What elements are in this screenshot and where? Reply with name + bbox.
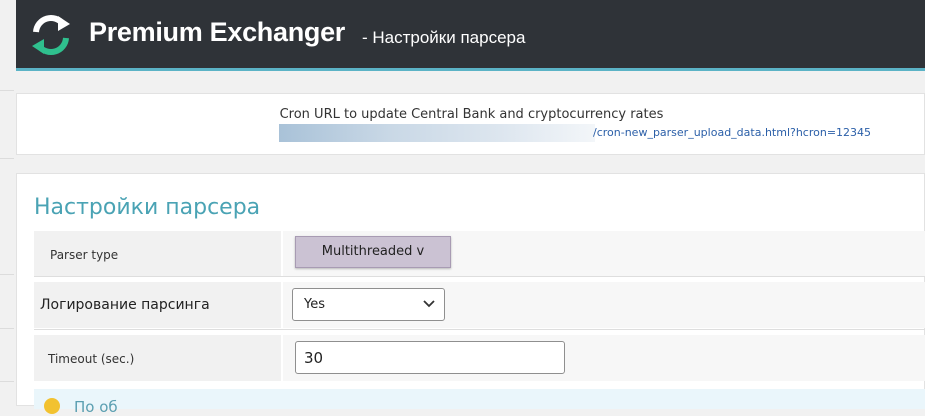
lightbulb-icon <box>44 398 60 414</box>
notice-text: По об <box>74 398 118 416</box>
cron-url-link[interactable]: /cron-new_parser_upload_data.html?hcron=… <box>593 126 871 139</box>
sidebar-divider <box>0 381 14 382</box>
info-notice: По об <box>34 389 925 416</box>
parser-settings-panel: Настройки парсера Parser type Multithrea… <box>16 173 925 416</box>
brand-name: Premium Exchanger <box>89 17 346 47</box>
sidebar-divider <box>0 328 14 329</box>
refresh-arrows-icon <box>32 15 70 55</box>
app-header: Premium Exchanger - Настройки парсера <box>16 0 925 71</box>
timeout-label: Timeout (sec.) <box>48 352 135 366</box>
label-cell: Логирование парсинга <box>34 282 281 328</box>
sidebar-divider <box>0 90 14 91</box>
cron-info-box: Cron URL to update Central Bank and cryp… <box>16 93 925 155</box>
timeout-input[interactable] <box>295 341 565 374</box>
logging-select[interactable]: Yes <box>292 288 445 321</box>
left-sidebar-edge <box>0 0 16 406</box>
row-divider <box>34 329 925 330</box>
logging-label: Логирование парсинга <box>40 297 210 313</box>
parser-type-label: Parser type <box>50 248 119 262</box>
label-cell: Timeout (sec.) <box>34 335 281 381</box>
chevron-down-icon <box>423 300 435 308</box>
setting-row-logging: Логирование парсинга Yes <box>34 282 925 328</box>
setting-row-timeout: Timeout (sec.) <box>34 335 925 381</box>
parser-type-button[interactable]: Multithreaded v <box>295 236 451 268</box>
panel-title: Настройки парсера <box>34 195 261 220</box>
page-subtitle: - Настройки парсера <box>362 28 526 47</box>
logging-selected-value: Yes <box>304 297 325 312</box>
value-cell <box>283 335 925 381</box>
label-cell: Parser type <box>34 231 281 276</box>
cron-url-redacted <box>279 124 595 142</box>
sidebar-divider <box>0 158 14 159</box>
row-divider <box>34 276 925 277</box>
cron-label: Cron URL to update Central Bank and cryp… <box>279 107 664 122</box>
setting-row-parser-type: Parser type Multithreaded v <box>34 231 925 276</box>
sidebar-divider <box>0 274 14 275</box>
value-cell: Multithreaded v <box>283 231 925 276</box>
value-cell: Yes <box>283 282 925 328</box>
